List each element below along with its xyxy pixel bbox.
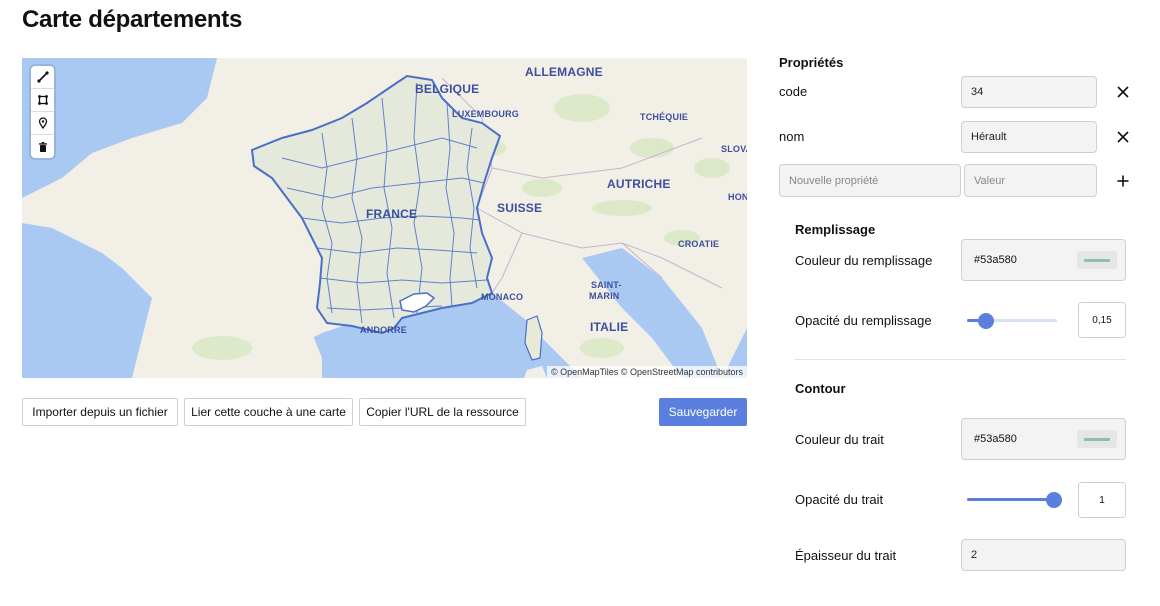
link-layer-button[interactable]: Lier cette couche à une carte (184, 398, 353, 426)
fill-opacity-slider[interactable] (967, 313, 1057, 329)
map-label-andorre: ANDORRE (360, 325, 407, 335)
map-view[interactable]: ALLEMAGNE BELGIQUE LUXEMBOURG TCHÉQUIE S… (22, 58, 747, 378)
fill-color-swatch[interactable] (1077, 251, 1117, 269)
add-property-button[interactable] (1113, 171, 1133, 191)
map-label-belgique: BELGIQUE (415, 82, 480, 96)
import-file-button[interactable]: Importer depuis un fichier (22, 398, 178, 426)
plus-icon (1117, 175, 1129, 187)
fill-section-title: Remplissage (795, 222, 876, 237)
map-label-suisse: SUISSE (497, 201, 543, 215)
stroke-opacity-slider[interactable] (967, 492, 1062, 508)
fill-color-field[interactable]: #53a580 (961, 239, 1126, 281)
fill-opacity-label: Opacité du remplissage (795, 313, 932, 328)
draw-polygon-button[interactable] (31, 89, 54, 112)
map-label-croatie: CROATIE (678, 239, 720, 249)
slider-fill (967, 498, 1054, 501)
map-attribution[interactable]: © OpenMapTiles © OpenStreetMap contribut… (546, 366, 747, 378)
property-key-code: code (779, 84, 808, 99)
property-value-nom-input[interactable]: Hérault (961, 121, 1097, 153)
fill-color-label: Couleur du remplissage (795, 253, 933, 268)
map-label-marin: MARIN (589, 291, 620, 301)
stroke-color-label: Couleur du trait (795, 432, 884, 447)
save-button[interactable]: Sauvegarder (659, 398, 747, 426)
map-label-tchequie: TCHÉQUIE (640, 112, 689, 122)
page-title: Carte départements (22, 6, 243, 33)
line-icon (36, 71, 49, 83)
slider-knob[interactable] (978, 313, 995, 329)
stroke-width-input[interactable]: 2 (961, 539, 1126, 571)
stroke-color-swatch[interactable] (1077, 430, 1117, 448)
map-label-slova: SLOVA (721, 144, 747, 154)
fill-color-value: #53a580 (974, 254, 1017, 266)
marker-icon (38, 117, 47, 129)
remove-property-nom-button[interactable] (1113, 127, 1133, 147)
new-property-key-input[interactable]: Nouvelle propriété (779, 164, 961, 197)
fill-opacity-value[interactable]: 0,15 (1078, 302, 1126, 338)
stroke-opacity-label: Opacité du trait (795, 492, 884, 507)
copy-url-button[interactable]: Copier l'URL de la ressource (359, 398, 526, 426)
map-label-monaco: MONACO (481, 292, 524, 302)
trash-icon (38, 141, 47, 152)
close-icon (1117, 86, 1129, 98)
property-key-nom: nom (779, 129, 805, 144)
stroke-color-field[interactable]: #53a580 (961, 418, 1126, 460)
draw-line-button[interactable] (31, 66, 54, 89)
map-label-france: FRANCE (366, 207, 418, 221)
stroke-width-label: Épaisseur du trait (795, 548, 897, 563)
new-property-value-input[interactable]: Valeur (964, 164, 1097, 197)
map-label-allemagne: ALLEMAGNE (525, 65, 603, 79)
section-divider (795, 359, 1126, 360)
polygon-icon (37, 95, 48, 105)
close-icon (1117, 131, 1129, 143)
stroke-opacity-value[interactable]: 1 (1078, 482, 1126, 518)
slider-knob[interactable] (1046, 492, 1062, 508)
map-label-saint: SAINT- (591, 280, 622, 290)
draw-toolbar (31, 66, 54, 158)
map-label-hon: HON (728, 192, 747, 202)
stroke-section-title: Contour (795, 381, 846, 396)
delete-feature-button[interactable] (31, 135, 54, 158)
stroke-color-value: #53a580 (974, 433, 1017, 445)
properties-title: Propriétés (779, 55, 844, 70)
remove-property-code-button[interactable] (1113, 82, 1133, 102)
draw-marker-button[interactable] (31, 112, 54, 135)
property-value-code-input[interactable]: 34 (961, 76, 1097, 108)
map-label-italie: ITALIE (590, 320, 629, 334)
map-label-autriche: AUTRICHE (607, 177, 671, 191)
map-label-luxembourg: LUXEMBOURG (452, 109, 519, 119)
